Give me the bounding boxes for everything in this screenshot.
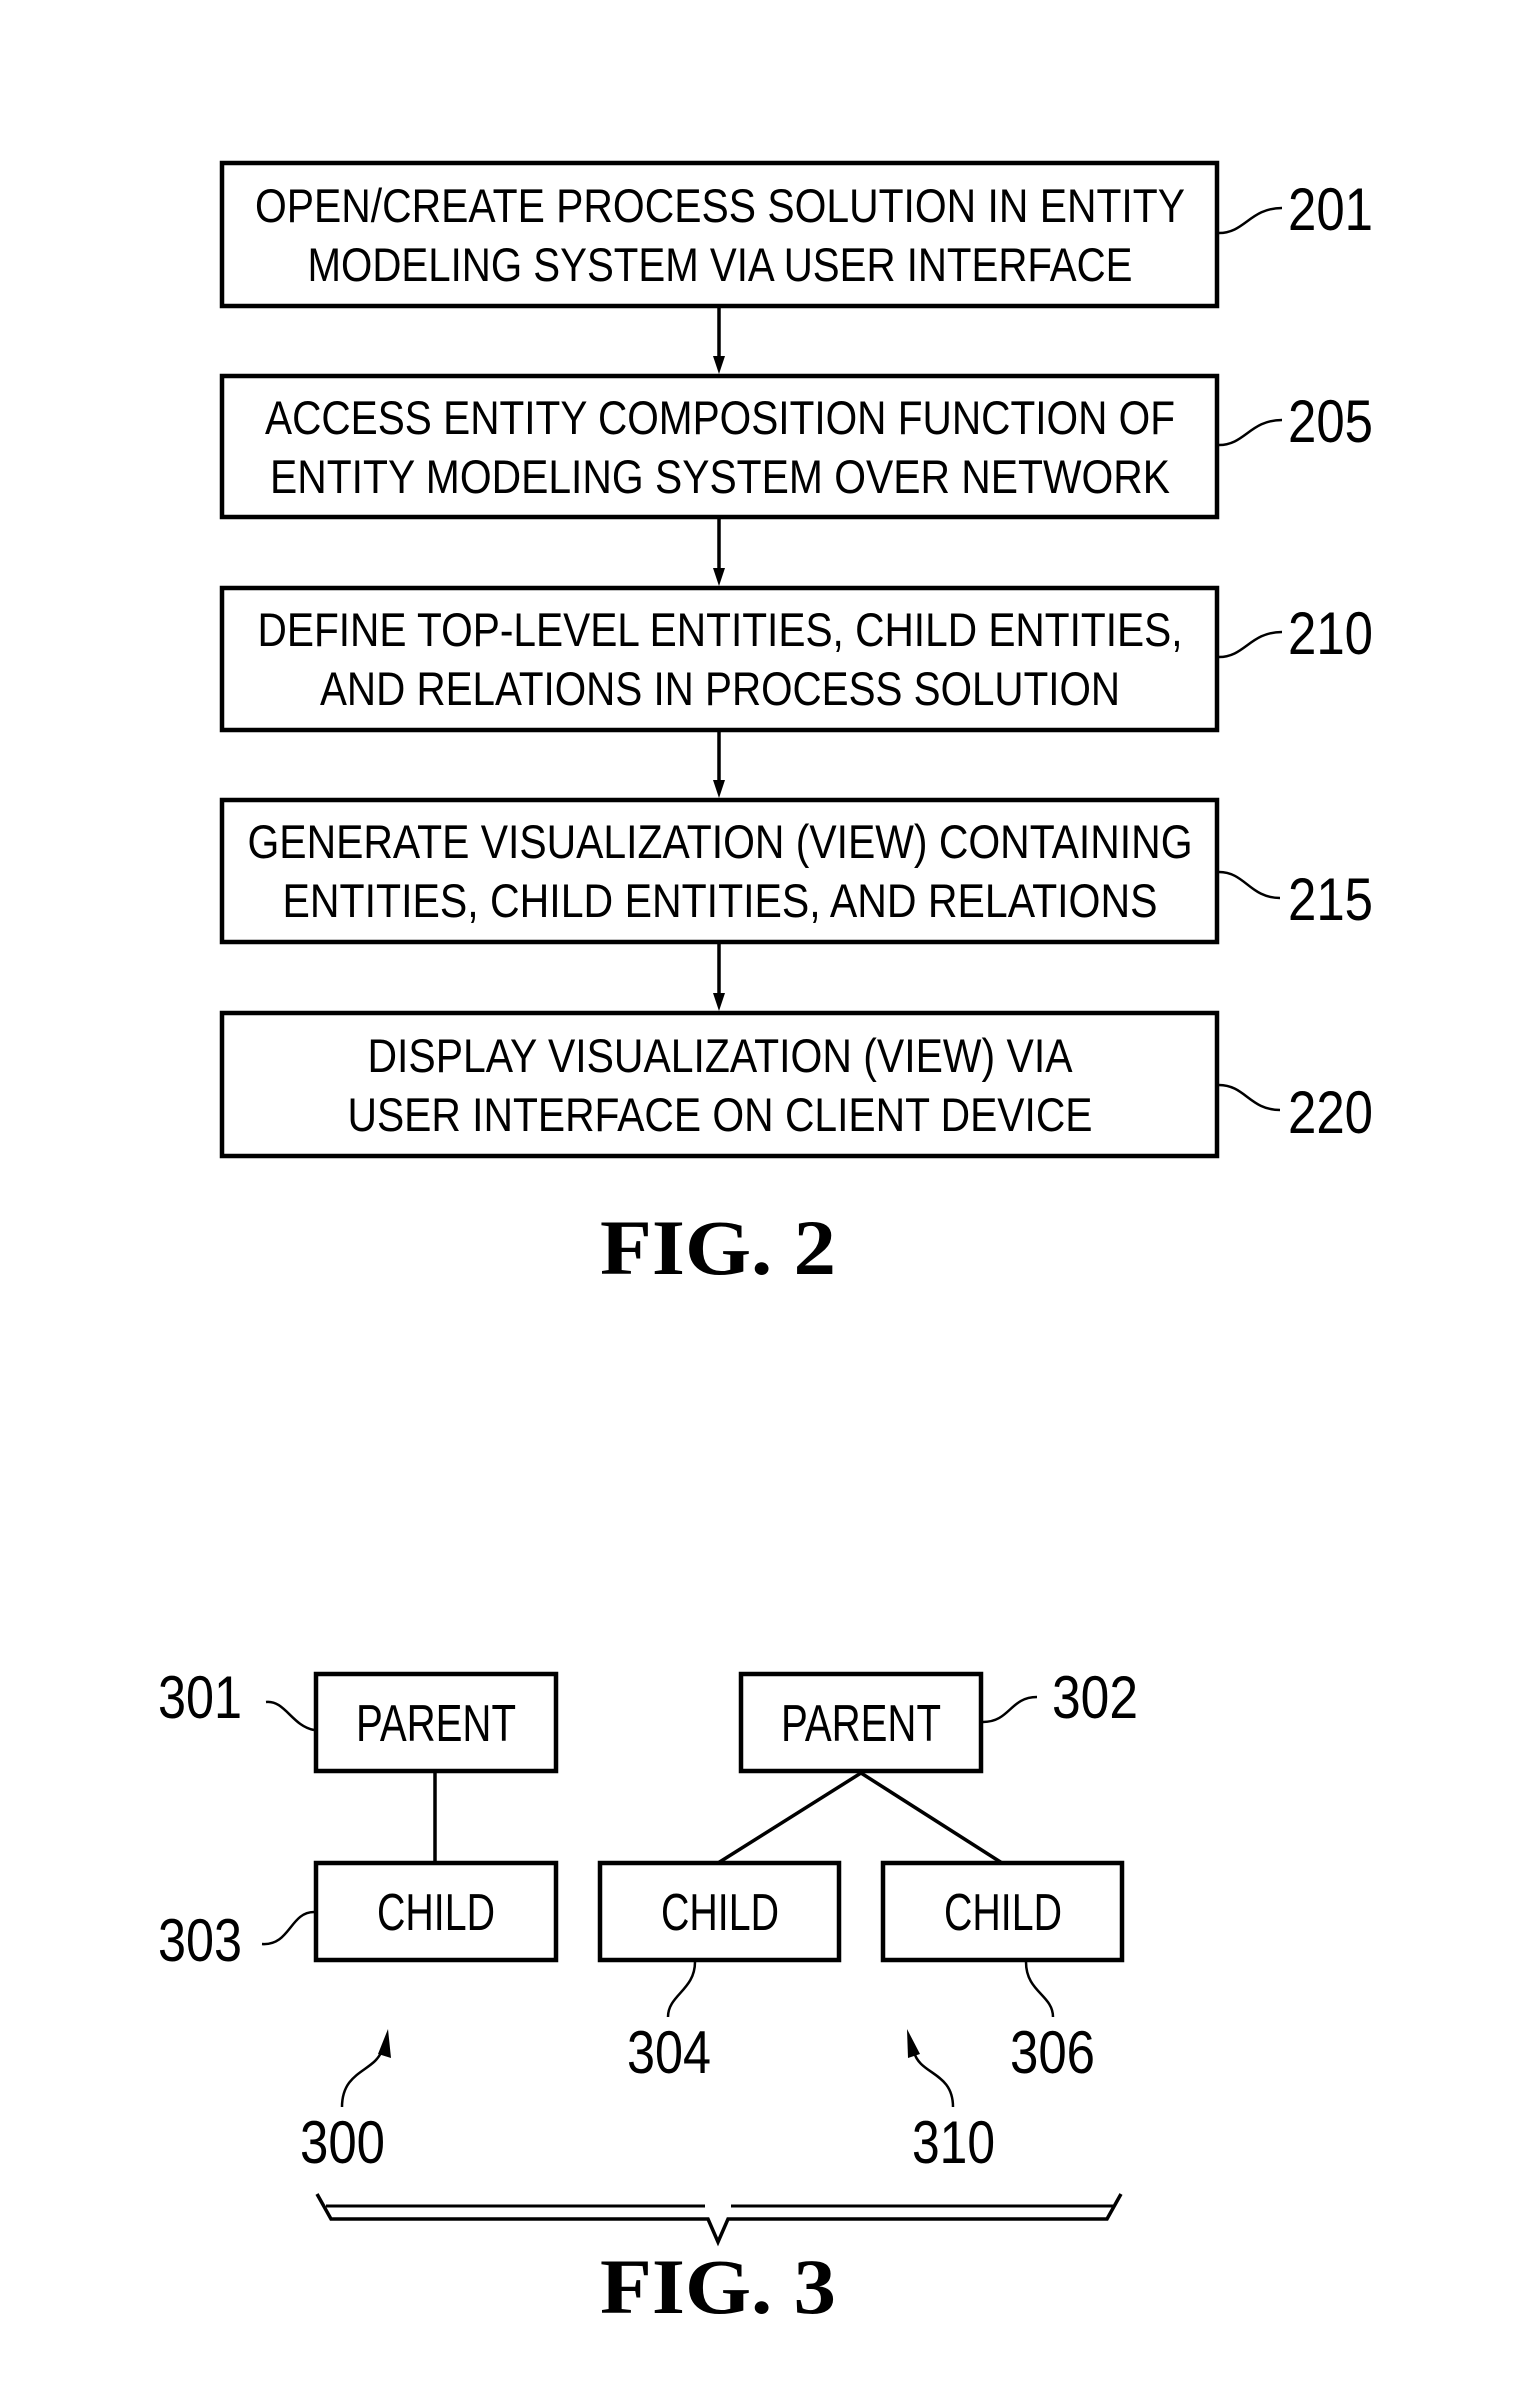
child-entity-label: CHILD	[377, 1884, 495, 1942]
arrowhead-icon	[713, 356, 725, 374]
fig2-flowchart: OPEN/CREATE PROCESS SOLUTION IN ENTITY M…	[219, 160, 1373, 1291]
step-text-line-1: OPEN/CREATE PROCESS SOLUTION IN ENTITY	[255, 179, 1185, 232]
figure-caption: FIG. 3	[600, 2243, 836, 2330]
step-text-line-1: DEFINE TOP-LEVEL ENTITIES, CHILD ENTITIE…	[258, 603, 1183, 656]
step-text-line-2: ENTITY MODELING SYSTEM OVER NETWORK	[270, 450, 1170, 503]
brace-outer-line	[315, 2193, 1123, 2247]
leader-line	[1218, 630, 1283, 659]
parent-entity-label: PARENT	[356, 1695, 516, 1753]
reference-numeral-303: 303	[158, 1907, 242, 1974]
flow-step-210: DEFINE TOP-LEVEL ENTITIES, CHILD ENTITIE…	[219, 585, 1373, 733]
step-text-line-1: GENERATE VISUALIZATION (VIEW) CONTAINING	[248, 815, 1193, 868]
step-text-line-1: ACCESS ENTITY COMPOSITION FUNCTION OF	[265, 391, 1175, 444]
leader-line	[1218, 870, 1281, 900]
entity-group-310: PARENT 302 CHILD 304 CHILD 306 310	[597, 1664, 1138, 2176]
grouping-brace	[315, 2193, 1123, 2247]
fig3-entity-diagram: PARENT CHILD 301 303 300 PARENT 302 CHIL…	[158, 1664, 1138, 2330]
reference-numeral-301: 301	[158, 1664, 242, 1731]
parent-entity-label: PARENT	[781, 1695, 941, 1753]
arrowhead-icon	[713, 568, 725, 586]
flow-step-215: GENERATE VISUALIZATION (VIEW) CONTAINING…	[219, 797, 1373, 945]
reference-numeral: 205	[1288, 388, 1373, 455]
step-text-line-1: DISPLAY VISUALIZATION (VIEW) VIA	[368, 1029, 1074, 1082]
flow-step-201: OPEN/CREATE PROCESS SOLUTION IN ENTITY M…	[219, 160, 1373, 309]
reference-numeral-300: 300	[300, 2109, 385, 2176]
step-text-line-2: AND RELATIONS IN PROCESS SOLUTION	[320, 662, 1120, 715]
leader-line	[1218, 1083, 1281, 1112]
leader-line-301	[265, 1700, 315, 1732]
leader-line-304	[666, 1961, 697, 2018]
arrowhead-icon	[378, 2029, 391, 2058]
relation-line-304	[717, 1771, 862, 1865]
entity-group-300: PARENT CHILD 301 303 300	[158, 1664, 559, 2176]
step-text-line-2: MODELING SYSTEM VIA USER INTERFACE	[308, 238, 1133, 291]
relation-line-306	[860, 1771, 1003, 1865]
flow-step-220: DISPLAY VISUALIZATION (VIEW) VIA USER IN…	[219, 1010, 1373, 1159]
child-entity-label: CHILD	[661, 1884, 779, 1942]
reference-numeral: 215	[1288, 866, 1373, 933]
step-text-line-2: USER INTERFACE ON CLIENT DEVICE	[348, 1088, 1093, 1141]
arrowhead-icon	[713, 993, 725, 1011]
figure-caption: FIG. 2	[600, 1204, 836, 1291]
arrowhead-icon	[907, 2029, 920, 2058]
reference-numeral-310: 310	[912, 2109, 995, 2176]
leader-line-303	[261, 1910, 315, 1946]
leader-line	[1218, 418, 1283, 447]
patent-drawing-sheet: OPEN/CREATE PROCESS SOLUTION IN ENTITY M…	[158, 160, 1373, 2330]
leader-line-306	[1024, 1961, 1055, 2018]
child-entity-label: CHILD	[944, 1884, 1062, 1942]
leader-line-302	[982, 1695, 1038, 1724]
arrowhead-icon	[713, 780, 725, 798]
reference-numeral-304: 304	[627, 2019, 711, 2086]
reference-numeral: 220	[1288, 1079, 1373, 1146]
step-text-line-2: ENTITIES, CHILD ENTITIES, AND RELATIONS	[283, 874, 1158, 927]
reference-numeral-302: 302	[1052, 1664, 1138, 1731]
group-arrow-300	[340, 2049, 384, 2108]
leader-line	[1218, 206, 1283, 235]
group-arrow-310	[912, 2051, 955, 2108]
reference-numeral: 201	[1288, 176, 1373, 243]
flow-step-205: ACCESS ENTITY COMPOSITION FUNCTION OF EN…	[219, 373, 1373, 520]
reference-numeral-306: 306	[1010, 2019, 1095, 2086]
reference-numeral: 210	[1288, 600, 1373, 667]
